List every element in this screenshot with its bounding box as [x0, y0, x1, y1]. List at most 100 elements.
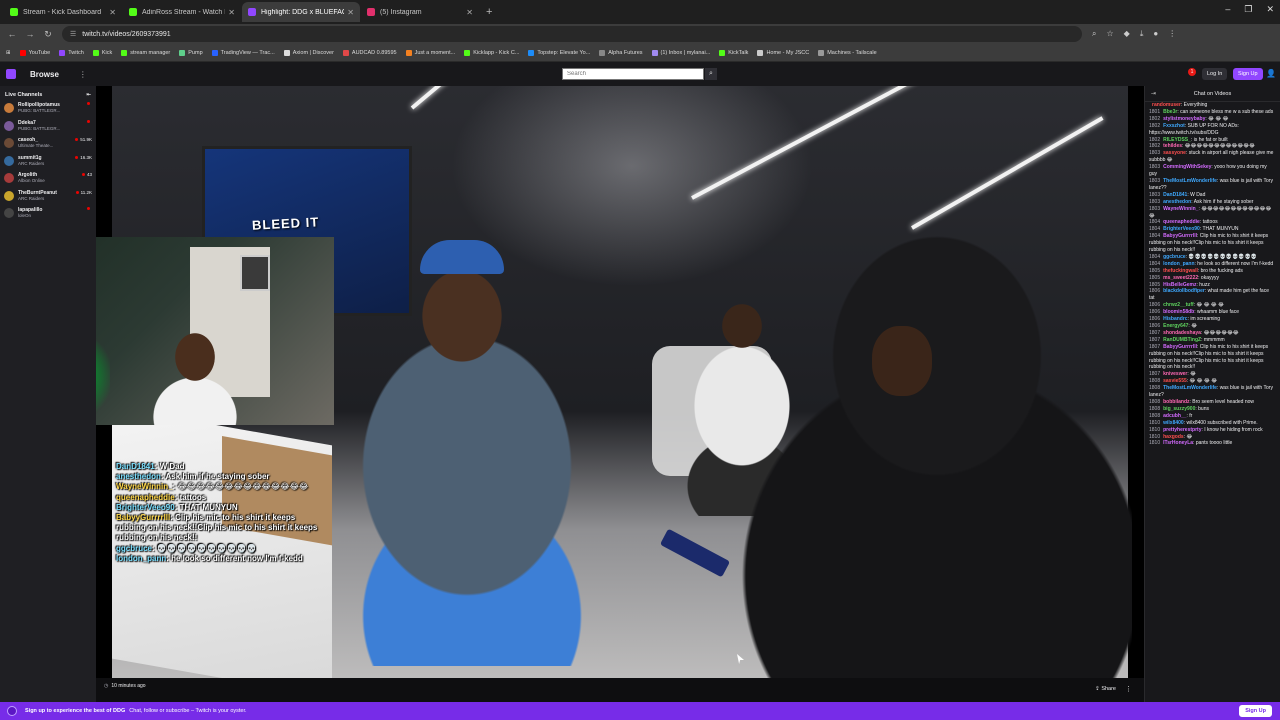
chat-username[interactable]: BrighterVeeo90 — [1163, 226, 1200, 232]
sidebar-channel[interactable]: lapapalillo loleOn — [0, 207, 96, 225]
chat-username[interactable]: RanDUMBTingZ — [1163, 337, 1201, 343]
chat-username[interactable]: CommingWithSekey — [1163, 164, 1211, 170]
chat-username[interactable]: TheMostLmWonderlife — [1163, 385, 1217, 391]
chat-username[interactable]: BabyyGurrrrlll — [1163, 233, 1197, 239]
share-button[interactable]: ⇪ Share — [1095, 686, 1116, 692]
chat-username[interactable]: HisBelleGemz — [1163, 282, 1196, 288]
banner-signup-button[interactable]: Sign Up — [1239, 705, 1272, 717]
chat-username[interactable]: chrwz2__tuff — [1163, 302, 1194, 308]
user-icon[interactable]: 👤 — [1266, 69, 1276, 78]
chat-username[interactable]: DanD1841 — [1163, 192, 1187, 198]
search-input[interactable] — [562, 68, 704, 80]
tab-close-icon[interactable]: ✕ — [466, 8, 473, 17]
address-bar[interactable]: ☰ twitch.tv/videos/2609373991 — [62, 26, 1082, 42]
new-tab-button[interactable]: + — [486, 6, 492, 18]
browse-link[interactable]: Browse — [30, 70, 59, 79]
sidebar-channel[interactable]: Argolith Albion Online 43 — [0, 172, 96, 190]
chat-username[interactable]: Bbe3r — [1163, 109, 1177, 115]
chat-username[interactable]: RILEYDSS_ — [1163, 137, 1191, 143]
bookmark-item[interactable]: Just a moment... — [405, 49, 455, 56]
chat-username[interactable]: blackdollbodfiper — [1163, 288, 1205, 294]
maximize-icon[interactable]: ❐ — [1244, 4, 1252, 15]
chat-username[interactable]: Fxxszhot — [1163, 123, 1185, 129]
apps-icon[interactable]: ⊞ — [6, 50, 11, 56]
tab-close-icon[interactable]: ✕ — [109, 8, 116, 17]
forward-icon[interactable]: → — [24, 29, 36, 39]
bookmark-item[interactable]: (1) Inbox | mylanai... — [651, 49, 710, 56]
chat-username[interactable]: ms_sweet2222 — [1163, 275, 1198, 281]
chat-username[interactable]: BabyyGurrrrlll — [1163, 344, 1197, 350]
chat-username[interactable]: WayneWinnin_ — [1163, 206, 1198, 212]
more-options-icon[interactable]: ⋮ — [1125, 685, 1132, 693]
chat-username[interactable]: stylistmoneybaby — [1163, 116, 1205, 122]
video-player[interactable]: BLEED IT DanD1841: W Dad anesthedon: Ask … — [0, 86, 1144, 678]
more-icon[interactable]: ⋮ — [79, 70, 87, 79]
sidebar-channel[interactable]: Ddeka7 PUBG: BATTLEGR... — [0, 119, 96, 138]
chat-username[interactable]: Energy647 — [1163, 323, 1188, 329]
bookmark-item[interactable]: Kicklapp - Kick C... — [464, 49, 519, 56]
minimize-icon[interactable]: – — [1225, 4, 1230, 15]
close-window-icon[interactable]: ✕ — [1266, 4, 1274, 15]
twitch-logo-icon[interactable] — [6, 69, 16, 79]
chat-username[interactable]: ITsrHoneyLa — [1163, 440, 1193, 446]
bookmark-item[interactable]: Home - My JSCC — [757, 49, 809, 56]
browser-tab[interactable]: Stream - Kick Dashboard ✕ — [4, 2, 122, 22]
chat-username[interactable]: randomuser — [1152, 102, 1181, 108]
bookmark-item[interactable]: Machines - Tailscale — [818, 49, 877, 56]
back-icon[interactable]: ← — [6, 29, 18, 39]
browser-tab[interactable]: Highlight: DDG x BLUEFACE ...✕ — [242, 2, 360, 22]
bookmark-item[interactable]: KickTalk — [719, 49, 748, 56]
chat-username[interactable]: wilx8400 — [1163, 420, 1184, 426]
extension-icon[interactable]: ◆ — [1124, 29, 1130, 39]
chat-username[interactable]: bobbilandz — [1163, 399, 1189, 405]
chat-username[interactable]: big_suzzy900 — [1163, 406, 1195, 412]
collapse-sidebar-icon[interactable]: ⇤ — [86, 92, 91, 98]
login-button[interactable]: Log In — [1202, 68, 1228, 80]
browser-tab[interactable]: (5) Instagram ✕ — [361, 2, 479, 22]
menu-icon[interactable]: ⋮ — [1168, 29, 1176, 39]
bookmark-item[interactable]: Pump — [179, 49, 203, 56]
star-icon[interactable]: ☆ — [1106, 29, 1113, 39]
search-icon[interactable]: ⌕ — [705, 68, 717, 80]
bookmark-item[interactable]: AUDCAD 0.89595 — [342, 49, 397, 56]
chat-username[interactable]: thefuckingwall — [1163, 268, 1198, 274]
reload-icon[interactable]: ↻ — [42, 29, 54, 40]
bookmark-item[interactable]: Kick — [92, 49, 112, 56]
sidebar-channel[interactable]: summit1g ARC Raiders 16.3K — [0, 155, 96, 173]
bookmark-item[interactable]: YouTube — [19, 49, 50, 56]
chat-username[interactable]: kniveswer — [1163, 371, 1187, 377]
zoom-icon[interactable]: ⌕ — [1092, 29, 1096, 39]
site-info-icon[interactable]: ☰ — [70, 30, 76, 38]
chat-username[interactable]: queenapheddie — [1163, 219, 1200, 225]
chat-username[interactable]: sasvie555 — [1163, 378, 1187, 384]
bookmark-item[interactable]: Twitch — [59, 49, 84, 56]
chat-username[interactable]: shondadeshaya — [1163, 330, 1201, 336]
download-icon[interactable]: ⤓ — [1140, 29, 1144, 39]
browser-tab[interactable]: AdinRoss Stream - Watch Live ...✕ — [123, 2, 241, 22]
chat-username[interactable]: TheMostLmWonderlife — [1163, 178, 1217, 184]
chat-username[interactable]: haxgods — [1163, 434, 1184, 440]
tab-close-icon[interactable]: ✕ — [347, 8, 354, 17]
bookmark-item[interactable]: stream manager — [121, 49, 170, 56]
tab-close-icon[interactable]: ✕ — [228, 8, 235, 17]
chat-username[interactable]: london_pann — [1163, 261, 1194, 267]
profile-icon[interactable]: ● — [1153, 29, 1158, 39]
chat-username[interactable]: prettyherestprty — [1163, 427, 1201, 433]
chat-username[interactable]: adcubh__ — [1163, 413, 1186, 419]
bookmark-item[interactable]: Topstep: Elevate Yo... — [528, 49, 590, 56]
chat-username[interactable]: ggcbruce — [1163, 254, 1186, 260]
chat-username[interactable]: sassyone — [1163, 150, 1186, 156]
bookmark-item[interactable]: Alpha Futures — [599, 49, 643, 56]
chat-username[interactable]: anesthedon — [1163, 199, 1191, 205]
collapse-chat-icon[interactable]: ⇥ — [1151, 90, 1156, 97]
sidebar-channel[interactable]: caseoh_ Ultimate Theate... 51.9K — [0, 137, 96, 155]
notification-badge[interactable]: 1 — [1188, 68, 1196, 76]
signup-button[interactable]: Sign Up — [1233, 68, 1263, 80]
chat-username[interactable]: Hisbandrc — [1163, 316, 1187, 322]
chat-username[interactable]: tehildes — [1163, 143, 1182, 149]
bookmark-item[interactable]: Axiom | Discover — [283, 49, 334, 56]
sidebar-channel[interactable]: TheBurntPeanut ARC Raiders 11.2K — [0, 190, 96, 208]
sidebar-channel[interactable]: Rollipollipotamus PUBG: BATTLEGR... — [0, 102, 96, 120]
chat-username[interactable]: bloomin58db — [1163, 309, 1194, 315]
bookmark-item[interactable]: TradingView — Trac... — [211, 49, 275, 56]
